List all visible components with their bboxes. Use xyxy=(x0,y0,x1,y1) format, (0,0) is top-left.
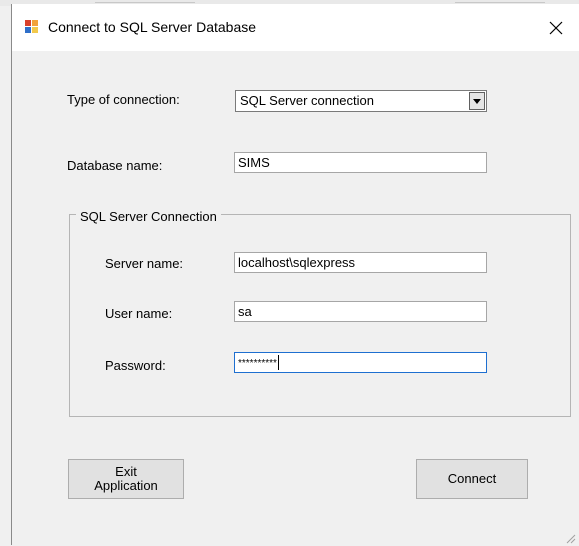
connect-button[interactable]: Connect xyxy=(416,459,528,499)
server-name-field[interactable]: localhost\sqlexpress xyxy=(234,252,487,273)
connection-type-select[interactable]: SQL Server connection xyxy=(235,90,487,112)
password-value: ********** xyxy=(238,358,277,369)
sql-server-connection-icon xyxy=(25,20,40,34)
text-cursor xyxy=(277,355,279,370)
server-name-label: Server name: xyxy=(105,256,184,271)
title-bar[interactable]: Connect to SQL Server Database xyxy=(12,4,579,51)
exit-button-label-line1: Exit xyxy=(115,464,137,479)
window-title: Connect to SQL Server Database xyxy=(48,19,257,35)
connect-dialog-window: Connect to SQL Server Database Type of c… xyxy=(11,4,579,545)
user-name-label: User name: xyxy=(105,306,173,321)
group-title: SQL Server Connection xyxy=(76,209,221,224)
connection-type-label: Type of connection: xyxy=(67,92,180,107)
user-name-field[interactable]: sa xyxy=(234,301,487,322)
background-window-text xyxy=(95,0,195,3)
connection-type-value: SQL Server connection xyxy=(240,93,374,108)
screen: Connect to SQL Server Database Type of c… xyxy=(0,0,579,546)
background-window-text xyxy=(455,0,545,3)
database-name-label: Database name: xyxy=(67,158,163,173)
exit-button-label-line2: Application xyxy=(94,478,158,493)
resize-grip-icon[interactable] xyxy=(564,531,576,544)
close-icon xyxy=(549,21,563,35)
exit-application-button[interactable]: Exit Application xyxy=(68,459,184,499)
chevron-down-icon[interactable] xyxy=(469,92,485,110)
password-field[interactable]: ********** xyxy=(234,352,487,373)
database-name-field[interactable]: SIMS xyxy=(234,152,487,173)
close-button[interactable] xyxy=(533,4,579,51)
password-label: Password: xyxy=(105,358,166,373)
